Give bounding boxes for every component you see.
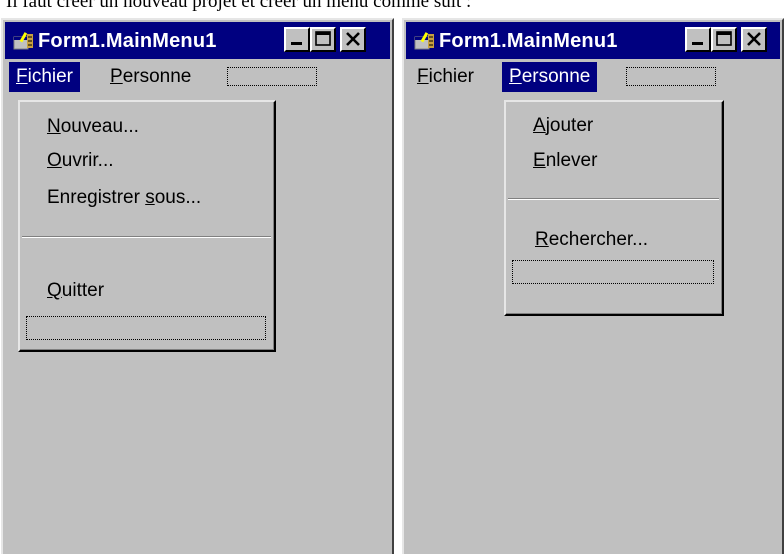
- title-bar[interactable]: Form1.MainMenu1: [5, 22, 390, 59]
- menu-bar: Fichier Personne: [410, 62, 782, 92]
- menu-new-item-placeholder[interactable]: [26, 316, 266, 340]
- menu-item-ouvrir[interactable]: Ouvrir...: [20, 144, 274, 178]
- menu-fichier[interactable]: Fichier: [410, 62, 481, 92]
- form-app-icon: [414, 32, 434, 50]
- menu-fichier[interactable]: Fichier: [9, 62, 81, 92]
- form-window-personne: Form1.MainMenu1 Fichier Personne Ajouter…: [402, 18, 784, 554]
- close-button[interactable]: [741, 27, 767, 52]
- maximize-icon: [315, 31, 331, 46]
- menu-item-enregistrer-sous[interactable]: Enregistrer sous...: [20, 181, 274, 215]
- menu-item-ajouter[interactable]: Ajouter: [506, 109, 722, 143]
- window-title: Form1.MainMenu1: [439, 30, 618, 52]
- menu-item-enlever[interactable]: Enlever: [506, 144, 722, 178]
- minimize-button[interactable]: [685, 27, 711, 52]
- menu-new-item-placeholder[interactable]: [227, 67, 317, 86]
- menu-separator: [508, 198, 719, 200]
- minimize-icon: [692, 42, 703, 45]
- window-title: Form1.MainMenu1: [38, 30, 217, 52]
- title-bar[interactable]: Form1.MainMenu1: [406, 22, 780, 59]
- maximize-icon: [716, 31, 732, 46]
- minimize-button[interactable]: [284, 27, 310, 52]
- minimize-icon: [291, 42, 302, 45]
- menu-item-rechercher[interactable]: Rechercher...: [506, 223, 722, 257]
- close-icon: [346, 32, 360, 46]
- form-app-icon: [13, 32, 33, 50]
- maximize-button[interactable]: [711, 27, 737, 52]
- form-window-fichier: Form1.MainMenu1 Fichier Personne Nouveau…: [1, 18, 394, 554]
- menu-personne[interactable]: Personne: [502, 62, 598, 92]
- close-icon: [747, 32, 761, 46]
- menu-new-item-placeholder[interactable]: [626, 67, 716, 86]
- menu-item-quitter[interactable]: Quitter: [20, 274, 274, 308]
- personne-dropdown: Ajouter Enlever Rechercher...: [504, 100, 724, 316]
- maximize-button[interactable]: [310, 27, 336, 52]
- menu-new-item-placeholder[interactable]: [512, 260, 714, 284]
- close-button[interactable]: [340, 27, 366, 52]
- menu-separator: [22, 236, 271, 238]
- menu-personne[interactable]: Personne: [103, 62, 198, 92]
- menu-bar: Fichier Personne: [9, 62, 392, 92]
- menu-item-nouveau[interactable]: Nouveau...: [20, 110, 274, 144]
- caption-text: Il faut créer un nouveau projet et créer…: [6, 0, 472, 12]
- fichier-dropdown: Nouveau... Ouvrir... Enregistrer sous...…: [18, 100, 276, 352]
